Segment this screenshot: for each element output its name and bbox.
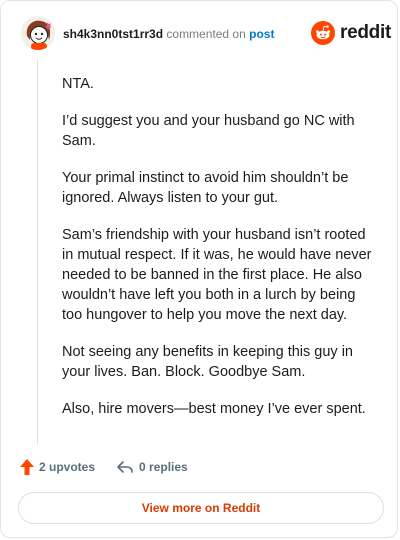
comment-paragraph: NTA. xyxy=(62,76,94,92)
comment-body: NTA. I’d suggest you and your husband go… xyxy=(62,74,374,436)
thread-line xyxy=(37,59,38,444)
reddit-wordmark: reddit xyxy=(340,22,391,43)
reply-arrow-icon xyxy=(117,461,133,473)
view-more-button[interactable]: View more on Reddit xyxy=(18,492,384,524)
comment-footer: 2 upvotes 0 replies xyxy=(19,458,188,476)
comment-paragraph: I’d suggest you and your husband go NC w… xyxy=(62,113,355,149)
upvote-arrow-icon xyxy=(20,459,34,475)
comment-header: sh4k3nn0tst1rr3d commented on post xyxy=(63,27,274,41)
action-text: commented on xyxy=(166,27,246,41)
post-link[interactable]: post xyxy=(249,27,274,41)
upvote-button[interactable]: 2 upvotes xyxy=(19,458,95,476)
user-avatar[interactable] xyxy=(21,16,55,50)
comment-paragraph: Also, hire movers—best money I’ve ever s… xyxy=(62,401,366,417)
upvote-count: 2 upvotes xyxy=(39,460,96,474)
reddit-logo[interactable]: reddit xyxy=(311,21,391,45)
reddit-snoo-icon xyxy=(311,21,335,45)
username-link[interactable]: sh4k3nn0tst1rr3d xyxy=(63,27,163,41)
reply-count: 0 replies xyxy=(139,460,188,474)
comment-paragraph: Not seeing any benefits in keeping this … xyxy=(62,344,353,380)
comment-paragraph: Sam’s friendship with your husband isn’t… xyxy=(62,227,372,323)
reply-button[interactable]: 0 replies xyxy=(116,459,188,475)
comment-paragraph: Your primal instinct to avoid him should… xyxy=(62,170,349,206)
comment-embed-card: sh4k3nn0tst1rr3d commented on post reddi… xyxy=(0,0,398,538)
avatar-icon xyxy=(21,16,55,50)
